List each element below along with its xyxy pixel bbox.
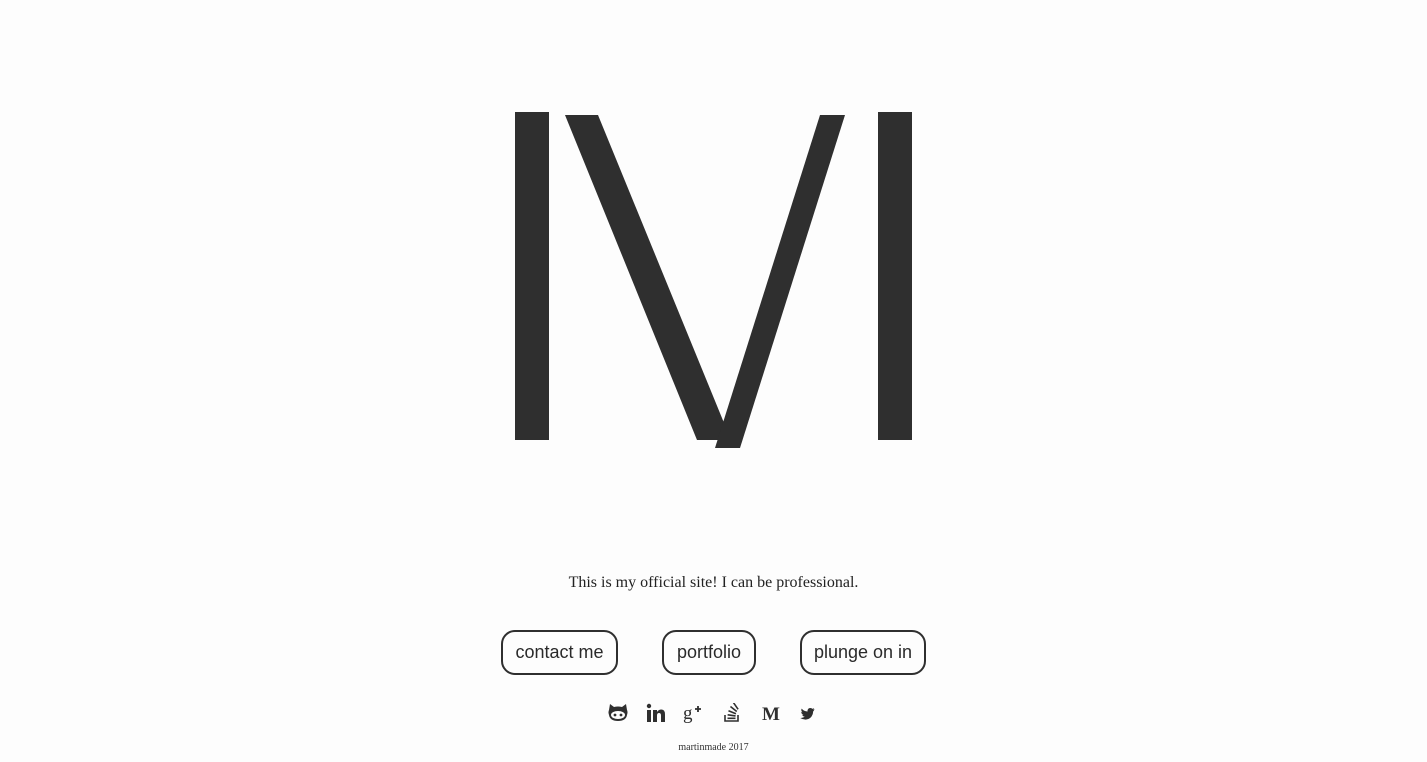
logo-left-stem xyxy=(515,112,549,440)
linkedin-icon[interactable] xyxy=(644,701,668,725)
contact-me-button[interactable]: contact me xyxy=(501,630,618,675)
svg-text:g: g xyxy=(683,703,693,724)
footer-copyright: martinmade 2017 xyxy=(678,742,749,753)
logo-left-diagonal xyxy=(565,115,731,440)
tagline: This is my official site! I can be profe… xyxy=(568,574,859,591)
medium-icon[interactable]: M xyxy=(759,701,783,725)
twitter-icon[interactable] xyxy=(797,701,821,725)
github-icon[interactable] xyxy=(606,701,630,725)
plunge-on-in-button[interactable]: plunge on in xyxy=(800,630,926,675)
stack-overflow-icon[interactable] xyxy=(720,701,744,725)
page: This is my official site! I can be profe… xyxy=(0,0,1427,762)
logo-right-diagonal xyxy=(715,115,845,448)
logo-right-stem xyxy=(878,112,912,440)
google-plus-icon[interactable]: g xyxy=(682,701,706,725)
portfolio-button[interactable]: portfolio xyxy=(662,630,756,675)
svg-text:M: M xyxy=(762,704,780,722)
